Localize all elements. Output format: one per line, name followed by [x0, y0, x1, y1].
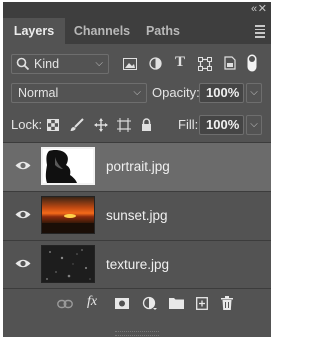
link-layers-icon[interactable]	[57, 299, 73, 309]
close-icon[interactable]: ✕	[258, 2, 267, 15]
layer-thumbnail-texture[interactable]	[41, 245, 95, 283]
layer-row-texture[interactable]: texture.jpg	[3, 240, 271, 289]
new-layer-icon[interactable]	[196, 297, 208, 310]
trash-icon[interactable]	[221, 296, 233, 310]
opacity-field[interactable]: 100%	[199, 83, 244, 103]
chevron-down-icon: ⌵	[250, 119, 258, 130]
lock-label: Lock:	[11, 117, 43, 132]
panel-menu-icon[interactable]	[255, 25, 265, 38]
blend-mode-value: Normal	[18, 86, 59, 100]
layer-name[interactable]: texture.jpg	[106, 241, 169, 289]
sunset-thumbnail-image	[42, 214, 94, 233]
new-group-icon[interactable]	[169, 297, 184, 309]
filter-smart-object-icon[interactable]	[224, 56, 236, 70]
collapse-panels-icon[interactable]: «	[251, 3, 257, 15]
tab-paths[interactable]: Paths	[139, 18, 187, 44]
filter-pixel-icon[interactable]	[123, 58, 137, 70]
opacity-slider-toggle[interactable]: ⌵	[246, 83, 262, 103]
chevron-down-icon: ⌵	[95, 58, 103, 69]
texture-thumbnail-image	[46, 249, 91, 280]
fill-field[interactable]: 100%	[199, 115, 244, 135]
visibility-eye-icon[interactable]	[15, 160, 31, 171]
filter-adjustment-icon[interactable]	[149, 57, 162, 70]
blend-mode-dropdown[interactable]: Normal ⌵	[11, 83, 147, 103]
chevron-down-icon: ⌵	[133, 87, 141, 98]
visibility-eye-icon[interactable]	[15, 209, 31, 220]
layers-panel: ✕ « Layers Channels Paths Kind ⌵ T Norma…	[3, 2, 271, 337]
layer-thumbnail-sunset[interactable]	[41, 196, 95, 234]
panel-tab-bar: Layers Channels Paths	[3, 18, 271, 44]
filter-toggle-switch[interactable]	[247, 54, 257, 72]
filter-kind-label: Kind	[34, 57, 60, 71]
lock-artboard-icon[interactable]	[117, 118, 131, 132]
resize-grip[interactable]	[115, 331, 159, 336]
lock-image-pixels-icon[interactable]	[70, 118, 84, 132]
layers-bottom-toolbar: fx	[3, 288, 271, 337]
tab-layers[interactable]: Layers	[3, 18, 65, 44]
lock-position-icon[interactable]	[94, 118, 108, 132]
tab-channels[interactable]: Channels	[65, 18, 139, 44]
filter-kind-dropdown[interactable]: Kind ⌵	[11, 54, 109, 74]
add-mask-icon[interactable]	[115, 298, 129, 309]
fx-icon[interactable]: fx	[87, 294, 97, 310]
portrait-thumbnail-image	[45, 150, 77, 183]
layer-row-portrait[interactable]: portrait.jpg	[3, 142, 271, 191]
lock-transparent-pixels-icon[interactable]	[47, 119, 59, 131]
filter-shape-icon[interactable]	[198, 57, 212, 71]
layer-thumbnail-portrait[interactable]	[41, 147, 95, 185]
chevron-down-icon: ⌵	[250, 87, 258, 98]
visibility-eye-icon[interactable]	[15, 258, 31, 269]
panel-collapse-bar[interactable]: ✕	[3, 2, 271, 18]
opacity-label: Opacity:	[152, 85, 200, 100]
layer-name[interactable]: sunset.jpg	[106, 192, 168, 240]
filter-type-icon[interactable]: T	[175, 54, 185, 71]
layer-name[interactable]: portrait.jpg	[106, 143, 170, 191]
fill-slider-toggle[interactable]: ⌵	[246, 115, 262, 135]
lock-all-icon[interactable]	[141, 118, 152, 131]
search-icon	[16, 57, 30, 71]
layer-row-sunset[interactable]: sunset.jpg	[3, 191, 271, 240]
fill-label: Fill:	[178, 117, 199, 132]
adjustment-layer-icon[interactable]	[142, 296, 158, 310]
